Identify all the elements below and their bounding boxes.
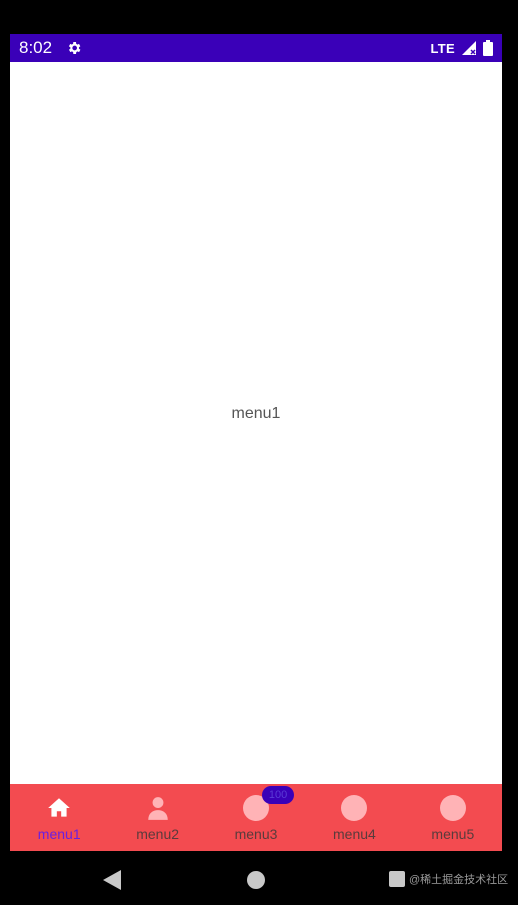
nav-label: menu2	[136, 826, 180, 842]
nav-item-menu4[interactable]: menu4	[305, 784, 403, 851]
nav-item-menu2[interactable]: menu2	[108, 784, 206, 851]
nav-label: menu5	[431, 826, 475, 842]
person-icon	[145, 795, 171, 821]
nav-label: menu1	[37, 826, 81, 842]
watermark: @稀土掘金技术社区	[389, 871, 508, 887]
home-icon	[46, 795, 72, 821]
device-frame: 8:02 LTE menu1 menu1 menu2 100 menu3 men…	[0, 0, 518, 905]
page-label: menu1	[231, 404, 281, 422]
status-time: 8:02	[19, 38, 53, 57]
nav-label: menu3	[234, 826, 278, 842]
home-circle-button[interactable]	[247, 871, 265, 889]
signal-icon	[461, 40, 477, 56]
network-type-label: LTE	[430, 40, 455, 56]
status-bar: 8:02 LTE	[10, 34, 502, 62]
status-icons: LTE	[430, 40, 493, 56]
battery-icon	[483, 40, 493, 56]
notification-badge: 100	[262, 786, 295, 804]
watermark-text: @稀土掘金技术社区	[409, 874, 509, 886]
nav-item-menu5[interactable]: menu5	[404, 784, 502, 851]
nav-item-menu1[interactable]: menu1	[10, 784, 108, 851]
nav-item-menu3[interactable]: 100 menu3	[207, 784, 305, 851]
bottom-navigation: menu1 menu2 100 menu3 menu4 menu5	[10, 784, 502, 851]
main-content: menu1	[10, 62, 502, 784]
nav-label: menu4	[333, 826, 376, 842]
circle-icon	[439, 795, 466, 821]
settings-gear-icon	[66, 40, 82, 56]
app-screen: 8:02 LTE menu1 menu1 menu2 100 menu3 men…	[10, 34, 502, 851]
circle-icon	[341, 795, 368, 821]
square-icon	[389, 871, 405, 887]
